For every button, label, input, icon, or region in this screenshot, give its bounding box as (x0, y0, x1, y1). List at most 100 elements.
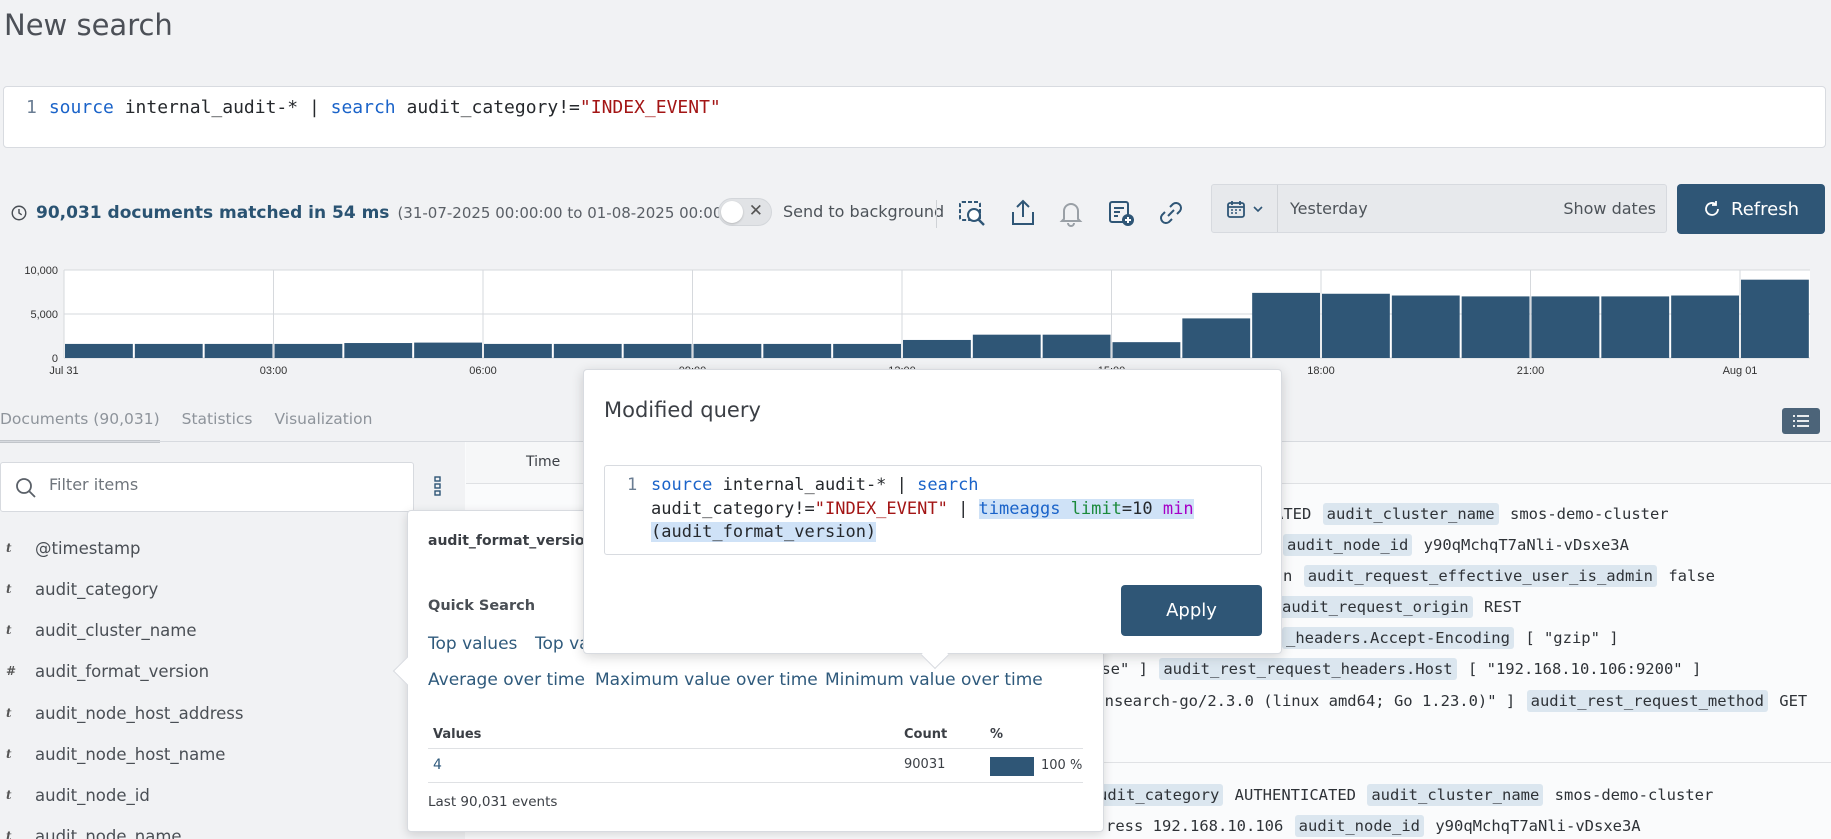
field-name: audit_node_id (35, 785, 150, 805)
date-preset: Yesterday (1290, 199, 1368, 218)
top-values-link[interactable]: Top values (428, 634, 517, 654)
field-type: t (6, 541, 12, 555)
query-value: "INDEX_EVENT" (814, 498, 948, 519)
y-tick-label: 5,000 (30, 309, 58, 321)
histogram-bar (274, 343, 343, 358)
doc-line: audit_request_origin REST (1276, 596, 1522, 618)
field-item[interactable]: t @timestamp (0, 533, 400, 563)
doc-key[interactable]: udit_category (1094, 784, 1224, 806)
tab-visualization[interactable]: Visualization (275, 410, 373, 443)
query-editor[interactable]: 1 source internal_audit-* | search audit_… (3, 86, 1826, 148)
field-item[interactable]: t audit_node_name (0, 821, 400, 839)
doc-key[interactable]: audit_cluster_name (1322, 503, 1499, 525)
histogram-bar (1112, 342, 1181, 358)
query-line: 1 source internal_audit-* | search audit_… (26, 97, 721, 118)
query-index: internal_audit-* | (113, 97, 331, 118)
calendar-dropdown[interactable] (1212, 185, 1278, 232)
doc-key[interactable]: audit_rest_request_method (1526, 690, 1768, 712)
bell-icon[interactable] (1054, 196, 1088, 230)
apply-button[interactable]: Apply (1121, 585, 1262, 636)
field-item[interactable]: t audit_cluster_name (0, 615, 400, 645)
doc-value: [ "192.168.10.106:9200" ] (1467, 660, 1702, 678)
add-report-icon[interactable] (1104, 196, 1138, 230)
line-number: 1 (627, 475, 638, 495)
view-mode-button[interactable] (1782, 408, 1820, 434)
events-histogram: 10,0005,0000Jul 3103:0006:0009:0012:0015… (24, 265, 1810, 377)
doc-key[interactable]: audit_rest_request_headers.Host (1159, 658, 1457, 680)
chevron-down-icon (1252, 205, 1263, 212)
doc-key[interactable]: audit_request_origin (1278, 596, 1473, 618)
histogram-bar (1531, 296, 1600, 358)
query-keyword-timeaggs: timeaggs (978, 498, 1061, 519)
link-icon[interactable] (1154, 196, 1188, 230)
modified-query-editor[interactable]: 1 source internal_audit-* | search audit_… (604, 465, 1262, 555)
query-keyword-search: search (330, 97, 396, 118)
doc-key[interactable]: audit_node_id (1283, 534, 1413, 556)
refresh-label: Refresh (1731, 198, 1799, 220)
histogram-bar (623, 343, 692, 358)
tab-documents[interactable]: Documents (90,031) (0, 410, 160, 443)
field-name: audit_format_version (35, 661, 210, 681)
doc-value: false (1668, 567, 1715, 585)
top-values-link-2[interactable]: Top va (535, 634, 590, 654)
background-toggle[interactable]: ✕ (718, 198, 772, 226)
x-tick-label: Aug 01 (1723, 365, 1758, 377)
query-param-value: =10 (1121, 498, 1153, 519)
field-name: audit_cluster_name (35, 620, 197, 640)
x-tick-label: Jul 31 (49, 365, 78, 377)
tab-statistics[interactable]: Statistics (182, 410, 253, 443)
doc-value: smos-demo-cluster (1510, 505, 1669, 523)
share-icon[interactable] (1006, 196, 1040, 230)
histogram-bar (414, 342, 482, 358)
field-item[interactable]: t audit_node_host_name (0, 739, 400, 769)
match-range: (31-07-2025 00:00:00 to 01-08-2025 00:00… (397, 204, 753, 222)
average-over-time-link[interactable]: Average over time (428, 670, 585, 690)
doc-key[interactable]: audit_request_effective_user_is_admin (1303, 565, 1657, 587)
refresh-button[interactable]: Refresh (1677, 184, 1825, 234)
show-dates-button[interactable]: Show dates (1563, 199, 1656, 218)
send-to-background-label: Send to background (783, 202, 945, 221)
doc-line: TICATED audit_cluster_name smos-demo-clu… (1246, 503, 1669, 525)
filter-input[interactable] (49, 475, 389, 494)
value-link[interactable]: 4 (433, 757, 442, 773)
doc-key[interactable]: audit_cluster_name (1367, 784, 1544, 806)
query-param-limit: limit (1070, 498, 1122, 519)
doc-key[interactable]: audit_node_id (1294, 815, 1424, 837)
histogram-bar (1461, 296, 1530, 358)
histogram-bar (1322, 293, 1390, 358)
doc-value: GET (1779, 692, 1808, 710)
refresh-icon (1705, 201, 1719, 216)
field-type: t (6, 582, 12, 596)
field-item[interactable]: t audit_node_host_address (0, 698, 400, 728)
toggle-knob (721, 201, 743, 223)
modified-query-title: Modified query (604, 398, 761, 422)
col-percent: % (990, 727, 1004, 742)
divider (936, 200, 937, 228)
query-keyword-source: source (651, 475, 713, 495)
x-tick-label: 03:00 (260, 365, 288, 377)
doc-value: REST (1483, 598, 1522, 616)
page-title: New search (4, 8, 173, 42)
histogram-bar (484, 343, 552, 358)
query-function-arg: (audit_format_version) (651, 522, 877, 542)
doc-line: udit_category AUTHENTICATED audit_cluste… (1092, 784, 1713, 806)
field-item[interactable]: t audit_category (0, 574, 400, 604)
field-type: t (6, 623, 12, 637)
maximum-over-time-link[interactable]: Maximum value over time (595, 670, 818, 690)
code-text: source internal_audit-* | search audit_ca… (651, 474, 1251, 545)
histogram-bar (344, 343, 413, 358)
search-inspect-icon[interactable] (955, 196, 989, 230)
field-item[interactable]: # audit_format_version (0, 656, 400, 686)
search-status: 90,031 documents matched in 54 ms (31-07… (10, 200, 752, 226)
y-tick-label: 0 (52, 353, 58, 365)
result-tabs: Documents (90,031) Statistics Visualizat… (0, 410, 372, 443)
query-value: "INDEX_EVENT" (579, 97, 721, 118)
date-picker[interactable]: Yesterday Show dates (1211, 184, 1667, 233)
field-item[interactable]: t audit_node_id (0, 780, 400, 810)
match-count: 90,031 documents matched in 54 ms (36, 203, 390, 223)
doc-value: 192.168.10.106 (1152, 817, 1284, 835)
field-type: t (6, 747, 12, 761)
doc-key[interactable]: _headers.Accept-Encoding (1282, 627, 1514, 649)
minimum-over-time-link[interactable]: Minimum value over time (825, 670, 1043, 690)
more-options-icon[interactable] (434, 476, 442, 500)
